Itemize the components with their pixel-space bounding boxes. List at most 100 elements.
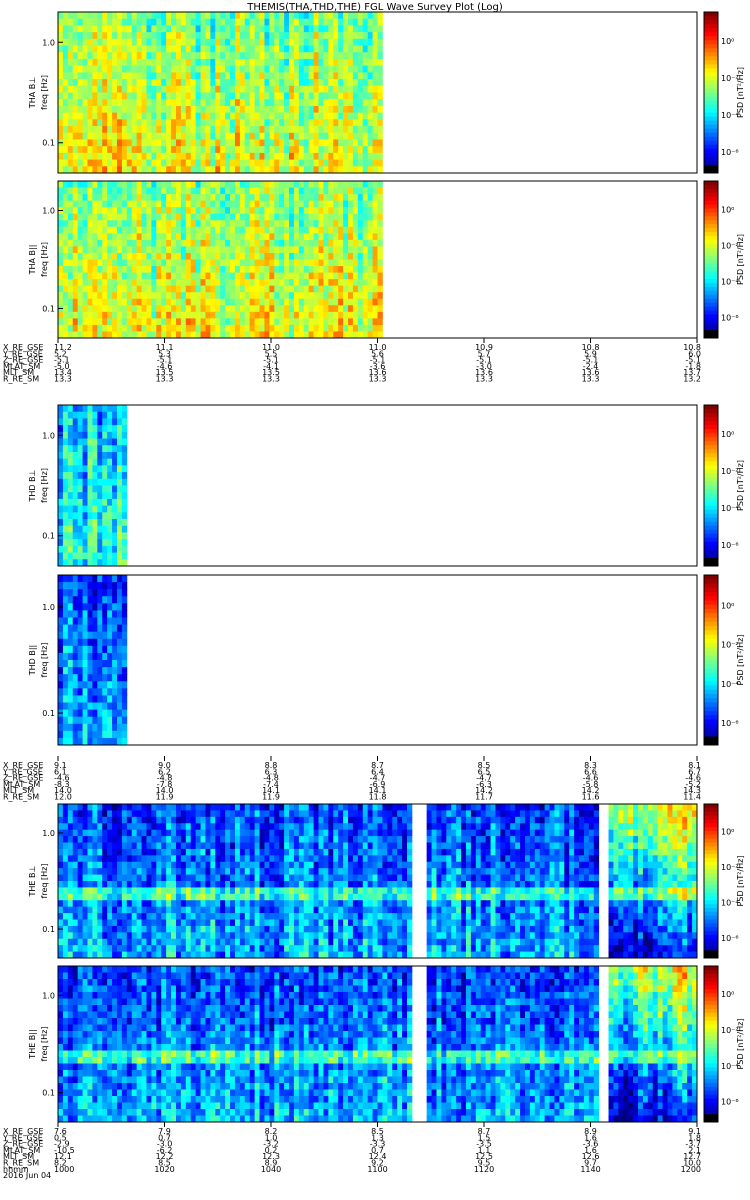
colorbar-segment bbox=[704, 541, 718, 547]
heatmap-cell bbox=[82, 445, 88, 453]
heatmap-cell bbox=[112, 829, 118, 837]
heatmap-cell bbox=[77, 438, 83, 446]
heatmap-cell bbox=[343, 213, 349, 221]
heatmap-cell bbox=[289, 126, 295, 134]
heatmap-cell bbox=[343, 324, 349, 332]
heatmap-cell bbox=[249, 200, 256, 208]
heatmap-cell bbox=[377, 311, 383, 319]
heatmap-cell bbox=[151, 126, 157, 134]
heatmap-cell bbox=[254, 292, 260, 300]
heatmap-cell bbox=[102, 589, 108, 597]
heatmap-cell bbox=[171, 292, 177, 300]
heatmap-cell bbox=[308, 324, 314, 332]
heatmap-cell bbox=[210, 906, 216, 914]
heatmap-cell bbox=[171, 207, 177, 215]
heatmap-cell bbox=[195, 119, 201, 127]
heatmap-cell bbox=[166, 311, 172, 319]
heatmap-cell bbox=[121, 139, 128, 147]
heatmap-cell bbox=[362, 279, 369, 287]
heatmap-cell bbox=[180, 213, 187, 221]
heatmap-cell bbox=[190, 12, 197, 20]
heatmap-cell bbox=[156, 152, 162, 160]
heatmap-cell bbox=[107, 906, 113, 914]
heatmap-cell bbox=[180, 945, 187, 952]
heatmap-cell bbox=[352, 119, 359, 127]
heatmap-cell bbox=[67, 451, 74, 460]
heatmap-cell bbox=[131, 79, 138, 87]
heatmap-cell bbox=[298, 298, 305, 306]
heatmap-cell bbox=[303, 194, 310, 202]
heatmap-cell bbox=[244, 112, 251, 120]
heatmap-cell bbox=[333, 305, 339, 313]
heatmap-cell bbox=[82, 18, 88, 26]
heatmap-cell bbox=[205, 324, 211, 332]
colorbar-segment bbox=[704, 96, 718, 102]
heatmap-cell bbox=[284, 259, 290, 267]
heatmap-cell bbox=[303, 266, 310, 273]
heatmap-cell bbox=[239, 252, 246, 260]
heatmap-cell bbox=[328, 252, 334, 260]
heatmap-cell bbox=[249, 32, 256, 40]
heatmap-cell bbox=[67, 737, 74, 746]
heatmap-cell bbox=[303, 305, 310, 313]
heatmap-cell bbox=[72, 498, 79, 507]
heatmap-cell bbox=[205, 105, 211, 114]
heatmap-cell bbox=[97, 38, 103, 46]
heatmap-cell bbox=[343, 200, 349, 208]
heatmap-cell bbox=[328, 166, 334, 174]
heatmap-cell bbox=[377, 331, 383, 339]
heatmap-cell bbox=[58, 220, 64, 228]
heatmap-cell bbox=[220, 279, 226, 287]
heatmap-cell bbox=[112, 438, 118, 446]
heatmap-cell bbox=[190, 932, 197, 940]
heatmap-cell bbox=[343, 18, 349, 26]
heatmap-cell bbox=[195, 925, 201, 933]
heatmap-cell bbox=[92, 559, 98, 567]
heatmap-cell bbox=[357, 79, 364, 87]
heatmap-cell bbox=[151, 139, 157, 147]
heatmap-cell bbox=[136, 868, 142, 875]
heatmap-cell bbox=[195, 279, 201, 287]
heatmap-cell bbox=[244, 305, 251, 313]
heatmap-cell bbox=[244, 92, 251, 100]
heatmap-cell bbox=[146, 166, 152, 174]
heatmap-cell bbox=[156, 246, 162, 254]
heatmap-cell bbox=[318, 79, 324, 87]
heatmap-cell bbox=[200, 207, 206, 215]
heatmap-cell bbox=[72, 279, 79, 287]
heatmap-cell bbox=[62, 324, 69, 332]
heatmap-cell bbox=[352, 252, 359, 260]
orbit-value: 13.3 bbox=[582, 375, 600, 384]
heatmap-cell bbox=[171, 181, 177, 188]
heatmap-cell bbox=[313, 146, 319, 154]
colorbar-segment bbox=[704, 719, 718, 725]
heatmap-cell bbox=[220, 146, 226, 154]
heatmap-cell bbox=[279, 305, 285, 313]
heatmap-cell bbox=[67, 92, 74, 100]
heatmap-cell bbox=[195, 913, 201, 920]
heatmap-cell bbox=[298, 152, 305, 160]
heatmap-cell bbox=[323, 72, 329, 80]
heatmap-cell bbox=[328, 146, 334, 154]
heatmap-cell bbox=[156, 119, 162, 127]
heatmap-cell bbox=[234, 298, 241, 306]
heatmap-cell bbox=[323, 298, 329, 306]
heatmap-cell bbox=[348, 181, 354, 188]
heatmap-cell bbox=[87, 451, 93, 460]
heatmap-cell bbox=[343, 285, 349, 293]
heatmap-cell bbox=[72, 298, 79, 306]
heatmap-cell bbox=[107, 674, 113, 682]
heatmap-cell bbox=[156, 252, 162, 260]
heatmap-cell bbox=[72, 139, 79, 147]
heatmap-cell bbox=[313, 220, 319, 228]
heatmap-cell bbox=[107, 552, 113, 560]
heatmap-cell bbox=[190, 38, 197, 46]
heatmap-cell bbox=[298, 331, 305, 339]
heatmap-cell bbox=[126, 99, 133, 107]
heatmap-cell bbox=[215, 887, 221, 895]
heatmap-cell bbox=[225, 259, 231, 267]
heatmap-cell bbox=[343, 159, 349, 167]
heatmap-cell bbox=[121, 65, 128, 73]
heatmap-cell bbox=[161, 252, 167, 260]
heatmap-cell bbox=[210, 900, 216, 908]
